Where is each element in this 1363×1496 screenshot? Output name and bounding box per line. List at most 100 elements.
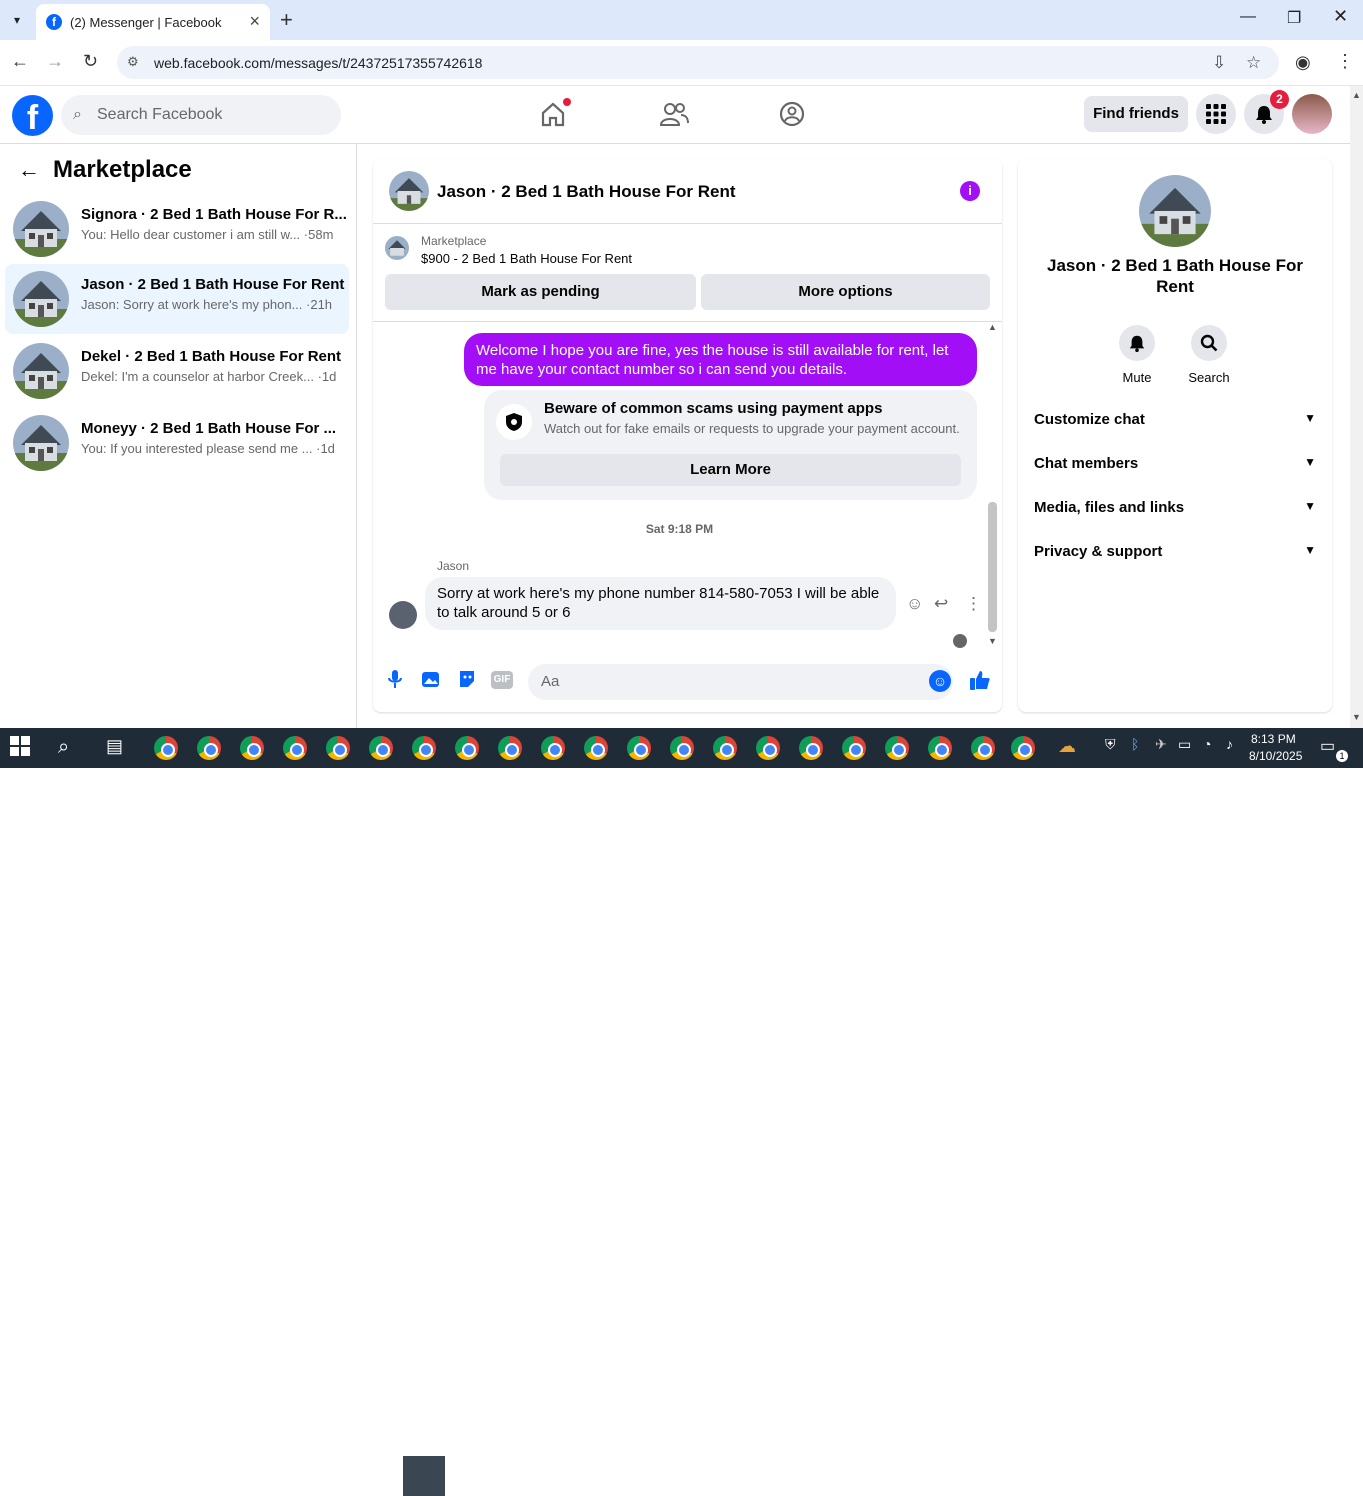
microphone-icon[interactable] <box>384 669 406 691</box>
bluetooth-icon[interactable]: ᛒ <box>1131 736 1155 760</box>
chrome-icon[interactable] <box>455 736 479 760</box>
info-icon[interactable]: i <box>960 181 980 201</box>
scroll-down-icon[interactable]: ▼ <box>1352 712 1361 722</box>
listing-title[interactable]: $900 - 2 Bed 1 Bath House For Rent <box>421 251 632 266</box>
clock-time[interactable]: 8:13 PM <box>1251 732 1296 746</box>
chrome-icon[interactable] <box>283 736 307 760</box>
weather-icon[interactable]: ☁ <box>1058 736 1082 760</box>
chrome-icon[interactable] <box>799 736 823 760</box>
task-view-icon[interactable]: ▤ <box>106 736 130 760</box>
browser-menu-icon[interactable]: ⋮ <box>1336 51 1354 72</box>
address-bar[interactable]: ⚙ web.facebook.com/messages/t/2437251735… <box>117 46 1279 79</box>
chat-scroll-down-icon[interactable]: ▼ <box>988 636 997 646</box>
new-tab-button[interactable]: + <box>280 7 293 33</box>
chrome-icon[interactable] <box>541 736 565 760</box>
reply-icon[interactable]: ↩ <box>934 594 948 614</box>
photo-icon[interactable] <box>420 669 442 691</box>
chat-title[interactable]: Jason · 2 Bed 1 Bath House For Rent <box>437 182 736 202</box>
friends-icon[interactable] <box>659 100 689 130</box>
search-icon[interactable]: ⌕ <box>58 736 82 760</box>
privacy-support-section[interactable]: Privacy & support ▼ <box>1034 531 1316 575</box>
chrome-icon[interactable] <box>326 736 350 760</box>
menu-grid-icon[interactable] <box>1196 94 1236 134</box>
chrome-icon[interactable] <box>842 736 866 760</box>
battery-icon[interactable]: ▭ <box>1178 736 1202 760</box>
outgoing-message[interactable]: Welcome I hope you are fine, yes the hou… <box>464 333 977 386</box>
more-actions-icon[interactable]: ⋮ <box>965 594 982 614</box>
window-close-icon[interactable]: ✕ <box>1333 6 1348 27</box>
chat-scroll-up-icon[interactable]: ▲ <box>988 322 997 332</box>
reload-icon[interactable]: ↻ <box>83 51 98 72</box>
chat-scroll-thumb[interactable] <box>988 502 997 632</box>
bookmark-star-icon[interactable]: ☆ <box>1246 53 1261 73</box>
customize-chat-section[interactable]: Customize chat ▼ <box>1034 399 1316 443</box>
minimize-icon[interactable]: — <box>1240 8 1256 26</box>
chrome-icon[interactable] <box>971 736 995 760</box>
groups-icon[interactable] <box>778 100 808 130</box>
browser-tab[interactable]: f (2) Messenger | Facebook × <box>36 4 270 40</box>
profile-icon[interactable]: ◉ <box>1295 52 1311 73</box>
site-info-icon[interactable]: ⚙ <box>127 54 139 70</box>
chrome-icon[interactable] <box>369 736 393 760</box>
volume-icon[interactable]: ♪ <box>1226 736 1250 760</box>
mark-as-pending-button[interactable]: Mark as pending <box>385 274 696 310</box>
maximize-icon[interactable]: ❐ <box>1287 8 1301 28</box>
emoji-icon[interactable]: ☺ <box>929 670 951 692</box>
chrome-icon[interactable] <box>713 736 737 760</box>
mute-button[interactable]: Mute <box>1107 325 1167 385</box>
defender-icon[interactable]: ⛨ <box>1105 736 1129 760</box>
more-options-button[interactable]: More options <box>701 274 990 310</box>
gif-icon[interactable]: GIF <box>491 671 513 689</box>
listing-avatar[interactable] <box>1139 175 1211 247</box>
chrome-icon[interactable] <box>240 736 264 760</box>
scroll-up-icon[interactable]: ▲ <box>1352 90 1361 100</box>
install-app-icon[interactable]: ⇩ <box>1212 53 1226 73</box>
react-emoji-icon[interactable]: ☺ <box>906 594 923 614</box>
conversation-item[interactable]: Signora · 2 Bed 1 Bath House For R... Yo… <box>5 194 349 264</box>
incoming-message[interactable]: Sorry at work here's my phone number 814… <box>425 577 896 630</box>
thumbs-up-icon[interactable] <box>969 669 991 691</box>
chat-scrollbar[interactable]: ▲ ▼ <box>987 322 999 652</box>
conversation-item[interactable]: Dekel · 2 Bed 1 Bath House For Rent Deke… <box>5 336 349 406</box>
back-arrow-icon[interactable]: ← <box>11 51 29 72</box>
conversation-item[interactable]: Moneyy · 2 Bed 1 Bath House For ... You:… <box>5 408 349 478</box>
wifi-icon[interactable]: ◔ <box>1203 736 1227 760</box>
media-files-links-section[interactable]: Media, files and links ▼ <box>1034 487 1316 531</box>
house-thumbnail <box>13 271 69 327</box>
chrome-icon[interactable] <box>498 736 522 760</box>
listing-thumbnail[interactable] <box>385 236 409 260</box>
facebook-logo[interactable]: f <box>12 95 53 137</box>
chrome-icon[interactable] <box>928 736 952 760</box>
chat-members-section[interactable]: Chat members ▼ <box>1034 443 1316 487</box>
search-input[interactable]: ⌕ Search Facebook <box>61 95 341 135</box>
sticker-icon[interactable] <box>456 669 478 691</box>
chrome-icon[interactable] <box>1011 736 1035 760</box>
message-input[interactable]: Aa <box>528 664 953 700</box>
tab-list-chevron-icon[interactable]: ▾ <box>6 9 28 31</box>
sender-avatar[interactable] <box>389 601 417 629</box>
conversation-item-active[interactable]: Jason · 2 Bed 1 Bath House For Rent Jaso… <box>5 264 349 334</box>
back-arrow-icon[interactable]: ← <box>18 157 40 183</box>
windows-start-icon[interactable] <box>10 736 34 760</box>
chrome-icon[interactable] <box>627 736 651 760</box>
clock-date[interactable]: 8/10/2025 <box>1249 749 1302 763</box>
chrome-icon[interactable] <box>197 736 221 760</box>
page-scrollbar[interactable]: ▲ ▼ <box>1350 86 1363 728</box>
chrome-icon[interactable] <box>154 736 178 760</box>
find-friends-button[interactable]: Find friends <box>1084 96 1188 132</box>
account-avatar[interactable] <box>1292 94 1332 134</box>
chevron-down-icon: ▼ <box>1304 499 1316 513</box>
bell-icon <box>1119 325 1155 361</box>
home-icon[interactable] <box>539 98 571 130</box>
chrome-icon[interactable] <box>412 736 436 760</box>
chrome-icon[interactable] <box>885 736 909 760</box>
search-conversation-button[interactable]: Search <box>1179 325 1239 385</box>
chrome-icon[interactable] <box>756 736 780 760</box>
learn-more-button[interactable]: Learn More <box>500 454 961 486</box>
chrome-icon[interactable] <box>670 736 694 760</box>
network-off-icon[interactable]: ✈ <box>1155 736 1179 760</box>
chrome-icon[interactable] <box>584 736 608 760</box>
forward-arrow-icon[interactable]: → <box>46 51 64 72</box>
tab-close-icon[interactable]: × <box>249 11 260 32</box>
chat-avatar[interactable] <box>389 171 429 211</box>
